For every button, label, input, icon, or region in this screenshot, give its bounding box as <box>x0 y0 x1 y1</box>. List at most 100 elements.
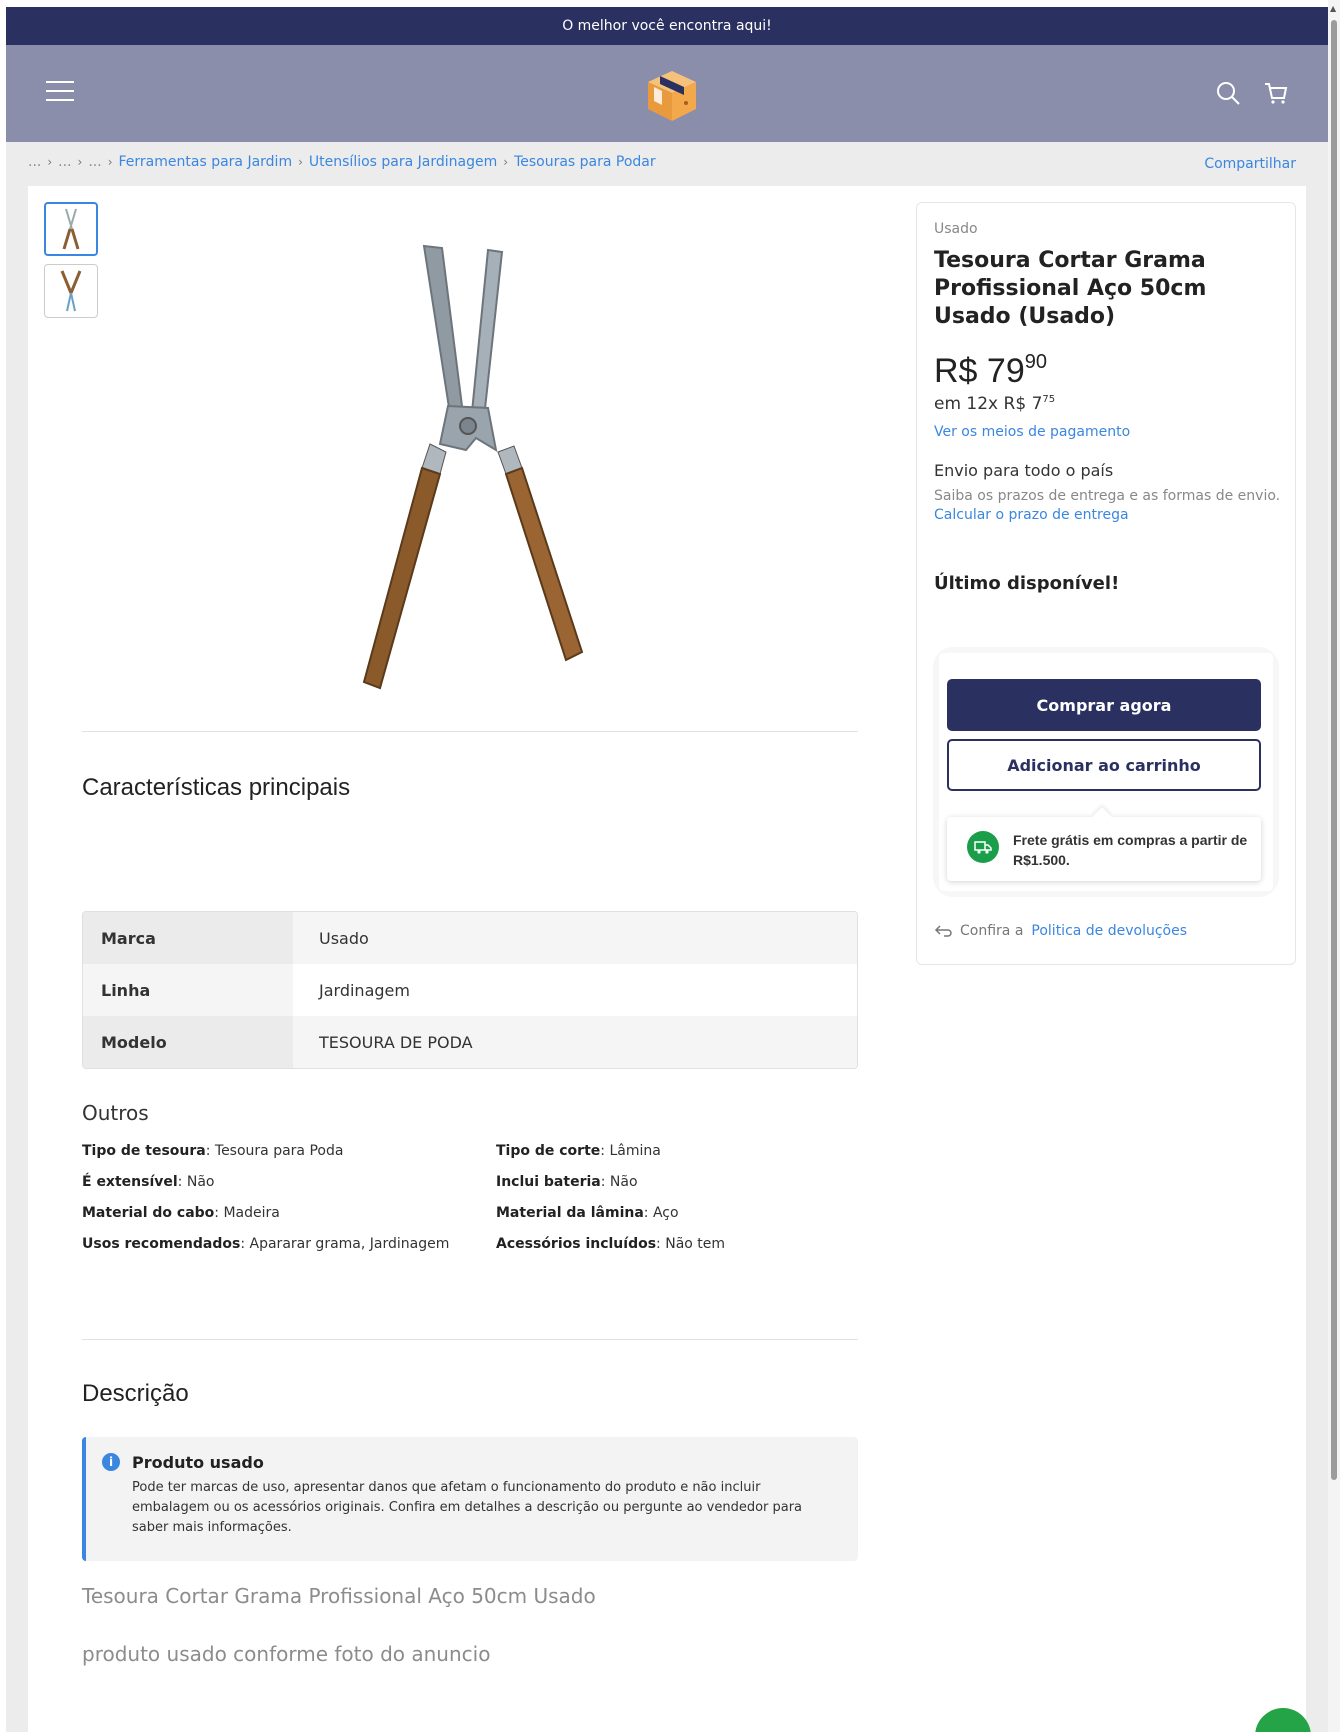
spec-value: Usado <box>319 928 369 948</box>
attr-key: Inclui bateria <box>496 1174 601 1190</box>
calculate-delivery-link[interactable]: Calcular o prazo de entrega <box>934 507 1129 523</box>
shipping-subtitle: Saiba os prazos de entrega e as formas d… <box>934 488 1281 504</box>
shears-thumbnail-icon <box>60 270 82 312</box>
breadcrumb-ellipsis[interactable]: ... <box>88 154 101 170</box>
attr-value: Aço <box>652 1205 679 1221</box>
attr-key: Material do cabo <box>82 1205 215 1221</box>
payment-methods-link[interactable]: Ver os meios de pagamento <box>934 424 1130 440</box>
installments-cents: 75 <box>1042 394 1056 405</box>
breadcrumb-link[interactable]: Tesouras para Podar <box>514 154 656 170</box>
list-item: Material do cabo: Madeira <box>82 1205 280 1221</box>
thumbnail-list <box>44 202 98 326</box>
breadcrumb: ... › ... › ... › Ferramentas para Jardim › … <box>28 154 656 170</box>
shipping-title: Envio para todo o país <box>934 461 1114 480</box>
returns-prefix: Confira a <box>960 923 1024 939</box>
list-item: Tipo de corte: Lâmina <box>496 1143 661 1159</box>
used-product-notice: i Produto usado Pode ter marcas de uso, … <box>82 1437 858 1561</box>
page-scrollbar[interactable]: ▲ <box>1328 0 1340 1732</box>
price-currency: R$ <box>934 352 978 390</box>
buy-now-button[interactable]: Comprar agora <box>947 679 1261 731</box>
attr-key: Tipo de corte <box>496 1143 601 1159</box>
notice-title: Produto usado <box>132 1453 264 1472</box>
installments-prefix: em 12x R$ <box>934 394 1027 414</box>
thumbnail-1[interactable] <box>44 202 98 256</box>
price-cents: 90 <box>1024 351 1047 373</box>
attr-key: Material da lâmina <box>496 1205 644 1221</box>
spec-key: Modelo <box>83 1016 293 1068</box>
breadcrumb-row: ... › ... › ... › Ferramentas para Jardim › … <box>6 142 1328 184</box>
product-image-hedge-shears[interactable] <box>338 236 658 706</box>
installments: em 12x R$ 775 <box>934 394 1055 414</box>
product-title: Tesoura Cortar Grama Profissional Aço 50… <box>934 248 1207 329</box>
description-line: produto usado conforme foto do anuncio <box>82 1642 491 1666</box>
search-icon[interactable] <box>1214 79 1242 107</box>
notice-body: Pode ter marcas de uso, apresentar danos… <box>132 1480 803 1535</box>
list-item: Acessórios incluídos: Não tem <box>496 1236 726 1252</box>
price: R$ 7990 <box>934 351 1047 391</box>
attr-value: Madeira <box>223 1205 280 1221</box>
buy-box: Usado Tesoura Cortar Grama Profissional … <box>916 202 1296 965</box>
installments-int: 7 <box>1031 394 1043 414</box>
stock-status: Último disponível! <box>934 573 1120 594</box>
description-line: Tesoura Cortar Grama Profissional Aço 50… <box>82 1584 596 1608</box>
breadcrumb-link[interactable]: Ferramentas para Jardim <box>119 154 293 170</box>
product-card: Características principais Marca Usado L… <box>28 186 1306 1732</box>
list-item: Tipo de tesoura: Tesoura para Poda <box>82 1143 344 1159</box>
spec-value: TESOURA DE PODA <box>319 1032 473 1052</box>
divider <box>82 1339 858 1340</box>
spec-key: Linha <box>83 964 293 1016</box>
cart-icon[interactable] <box>1262 79 1290 107</box>
attr-value: Lâmina <box>609 1143 661 1159</box>
breadcrumb-ellipsis[interactable]: ... <box>28 154 41 170</box>
attr-key: Acessórios incluídos <box>496 1236 657 1252</box>
table-row: Marca Usado <box>83 912 857 964</box>
attr-value: Apararar grama, Jardinagem <box>249 1236 450 1252</box>
attr-key: Usos recomendados <box>82 1236 241 1252</box>
promo-text: O melhor você encontra aqui! <box>562 18 772 34</box>
page-frame: O melhor você encontra aqui! ... › ... › .… <box>6 7 1328 1732</box>
condition-label: Usado <box>934 221 978 237</box>
others-list: Tipo de tesoura: Tesoura para Poda Tipo … <box>82 1143 858 1252</box>
scroll-up-icon[interactable]: ▲ <box>1330 4 1336 13</box>
return-arrow-icon <box>934 925 952 937</box>
attr-value: Não tem <box>665 1236 726 1252</box>
list-item: Material da lâmina: Aço <box>496 1205 679 1221</box>
thumbnail-2[interactable] <box>44 264 98 318</box>
description-title: Descrição <box>82 1380 189 1407</box>
spec-value: Jardinagem <box>319 980 410 1000</box>
attr-value: Não <box>186 1174 215 1190</box>
actions-wrapper: Comprar agora Adicionar ao carrinho Fret… <box>933 647 1279 897</box>
spec-key: Marca <box>83 912 293 964</box>
returns-policy-link[interactable]: Politica de devoluções <box>1031 923 1187 939</box>
characteristics-title: Características principais <box>82 774 351 801</box>
attr-key: É extensível <box>82 1174 178 1190</box>
list-item: Usos recomendados: Apararar grama, Jardi… <box>82 1236 450 1252</box>
share-link[interactable]: Compartilhar <box>1204 156 1296 172</box>
site-header <box>6 45 1328 142</box>
add-to-cart-button[interactable]: Adicionar ao carrinho <box>947 739 1261 791</box>
list-item: É extensível: Não <box>82 1174 215 1190</box>
others-title: Outros <box>82 1101 149 1125</box>
breadcrumb-ellipsis[interactable]: ... <box>58 154 71 170</box>
list-item: Inclui bateria: Não <box>496 1174 638 1190</box>
table-row: Modelo TESOURA DE PODA <box>83 1016 857 1068</box>
divider <box>82 731 858 732</box>
info-icon: i <box>102 1453 120 1471</box>
promo-bar: O melhor você encontra aqui! <box>6 7 1328 45</box>
scrollbar-thumb[interactable] <box>1331 20 1337 1480</box>
actions-panel: Comprar agora Adicionar ao carrinho Fret… <box>939 653 1273 891</box>
free-shipping-text: Frete grátis em compras a partir de R$1.… <box>1013 832 1248 868</box>
truck-icon <box>967 831 999 863</box>
specs-table: Marca Usado Linha Jardinagem Modelo TESO… <box>82 911 858 1069</box>
attr-key: Tipo de tesoura <box>82 1143 206 1159</box>
attr-value: Não <box>609 1174 638 1190</box>
shears-thumbnail-icon <box>62 208 80 250</box>
returns-policy: Confira a Politica de devoluções <box>934 923 1187 939</box>
hamburger-menu-icon[interactable] <box>46 81 76 105</box>
attr-value: Tesoura para Poda <box>214 1143 344 1159</box>
table-row: Linha Jardinagem <box>83 964 857 1016</box>
price-int: 79 <box>986 352 1025 390</box>
free-shipping-banner: Frete grátis em compras a partir de R$1.… <box>947 807 1261 881</box>
breadcrumb-link[interactable]: Utensílios para Jardinagem <box>309 154 497 170</box>
package-box-logo[interactable] <box>642 65 702 125</box>
